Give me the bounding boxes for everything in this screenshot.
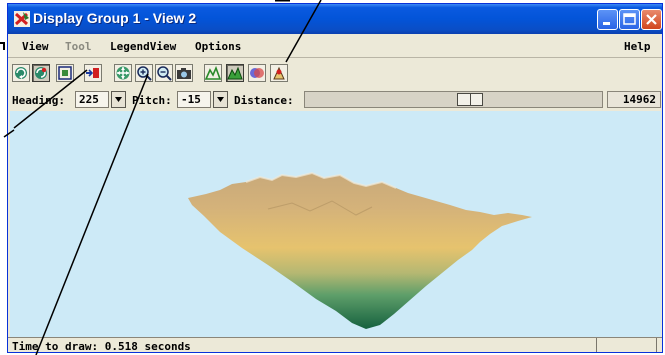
chevron-down-icon	[115, 97, 122, 102]
window-title: Display Group 1 - View 2	[33, 10, 197, 26]
distance-label: Distance:	[234, 94, 294, 107]
stereo-view-icon	[250, 68, 264, 78]
pitch-field[interactable]: -15	[177, 91, 211, 108]
full-view-button[interactable]	[56, 64, 74, 82]
status-text: Time to draw: 0.518 seconds	[12, 340, 191, 353]
distance-value: 14962	[607, 91, 661, 108]
snapshot-camera-icon	[177, 68, 191, 79]
menu-bar: View Tool LegendView Options Help	[8, 35, 662, 58]
toolbar	[8, 58, 662, 88]
maximize-button[interactable]	[619, 9, 640, 30]
distance-slider[interactable]	[304, 91, 603, 108]
heading-field[interactable]: 225	[75, 91, 109, 108]
zoom-in-button[interactable]	[135, 64, 153, 82]
pan-icon	[116, 66, 130, 80]
snapshot-button[interactable]	[175, 64, 193, 82]
menu-help[interactable]: Help	[624, 40, 651, 53]
close-button[interactable]	[641, 9, 662, 30]
view-controls: Heading: 225 Pitch: -15 Distance: 14962	[8, 89, 662, 111]
maximize-icon	[623, 13, 636, 25]
callout-line	[0, 42, 5, 50]
heading-label: Heading:	[12, 94, 65, 107]
menu-legendview[interactable]: LegendView	[110, 40, 176, 53]
add-layer-icon	[86, 68, 99, 78]
menu-options[interactable]: Options	[195, 40, 241, 53]
terrain-highlight-icon	[227, 66, 243, 80]
title-bar[interactable]: Display Group 1 - View 2	[8, 4, 662, 34]
terrain-icon	[205, 65, 221, 80]
zoom-out-icon	[157, 66, 172, 81]
auto-redraw-button[interactable]	[32, 64, 50, 82]
chevron-down-icon	[217, 97, 224, 102]
auto-redraw-icon	[35, 67, 47, 79]
3d-view-canvas[interactable]	[10, 111, 661, 338]
pitch-label: Pitch:	[132, 94, 172, 107]
status-divider	[656, 338, 657, 352]
minimize-icon	[603, 22, 610, 25]
distance-slider-thumb[interactable]	[457, 93, 483, 106]
viewer-position-button[interactable]	[270, 64, 288, 82]
status-divider	[596, 338, 597, 352]
redraw-icon	[15, 67, 27, 79]
full-view-icon	[58, 66, 72, 80]
minimize-button[interactable]	[597, 9, 618, 30]
redraw-button[interactable]	[12, 64, 30, 82]
close-icon	[646, 14, 657, 25]
zoom-out-button[interactable]	[155, 64, 173, 82]
menu-view[interactable]: View	[22, 40, 49, 53]
display-window: Display Group 1 - View 2 View Tool Legen…	[7, 3, 663, 353]
terrain-highlight-button[interactable]	[226, 64, 244, 82]
menu-tool[interactable]: Tool	[65, 40, 92, 53]
status-bar: Time to draw: 0.518 seconds	[8, 337, 662, 353]
pan-button[interactable]	[114, 64, 132, 82]
heading-dropdown[interactable]	[111, 91, 126, 108]
terrain-button[interactable]	[204, 64, 222, 82]
zoom-in-icon	[137, 66, 152, 81]
terrain-surface	[188, 171, 532, 329]
viewer-position-icon	[273, 66, 285, 80]
app-icon	[14, 11, 30, 27]
pitch-dropdown[interactable]	[213, 91, 228, 108]
stereo-view-button[interactable]	[248, 64, 266, 82]
add-layer-button[interactable]	[84, 64, 102, 82]
